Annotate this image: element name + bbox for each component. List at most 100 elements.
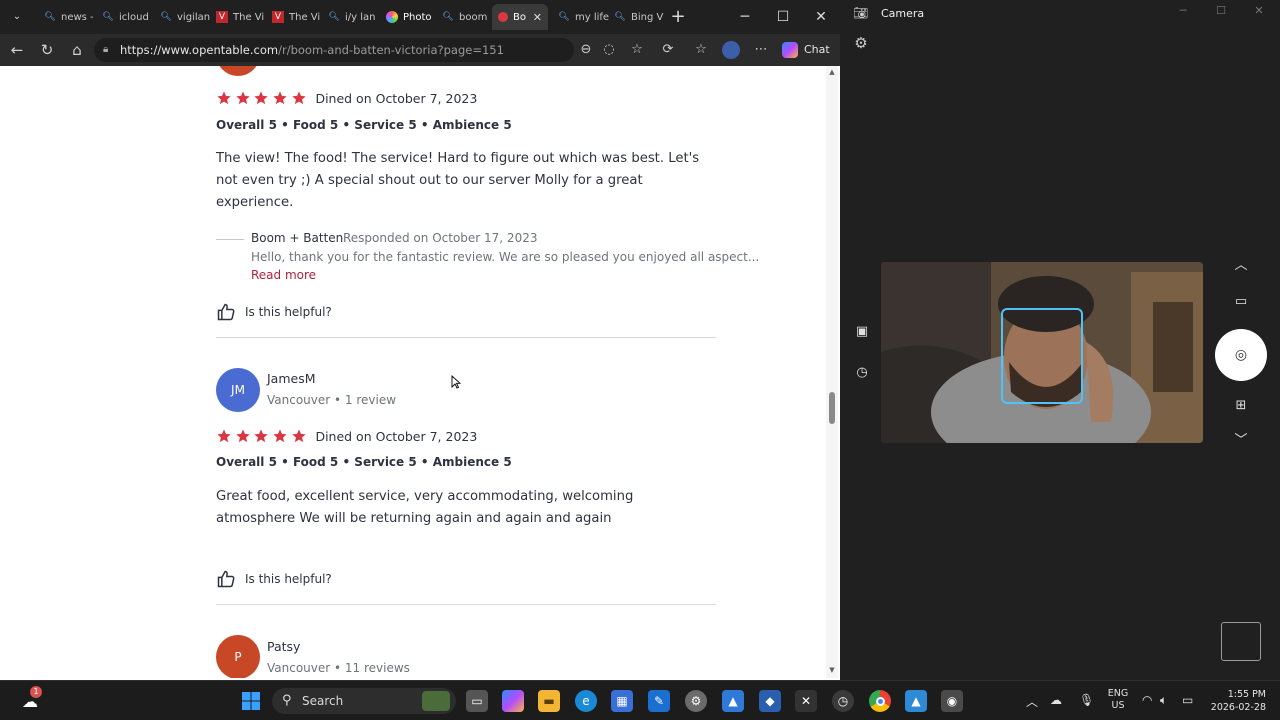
tab-strip: ⌄ 🔍︎ news - 🔍︎ icloud 🔍︎ vigilan V The Vi VT…	[0, 0, 840, 34]
take-photo-button[interactable]: ◎	[1215, 329, 1267, 381]
tab[interactable]: Photo	[380, 4, 438, 30]
start-button[interactable]	[240, 690, 262, 712]
copilot-icon[interactable]	[502, 690, 524, 712]
notification-badge: 1	[30, 686, 42, 698]
tab[interactable]: 🔍︎ news -	[38, 4, 96, 30]
file-explorer-icon[interactable]: ▬	[538, 690, 560, 712]
tab[interactable]: 🔍︎ icloud	[96, 4, 154, 30]
tab[interactable]: V The Vi	[266, 4, 324, 30]
review-divider	[216, 604, 716, 605]
settings-gear-icon[interactable]: ⚙	[851, 34, 871, 54]
qr-code-mode-icon[interactable]: ⊞	[1230, 395, 1252, 417]
system-clock[interactable]: 1:55 PM 2026-02-28	[1204, 688, 1266, 714]
star-icon	[236, 91, 250, 105]
security-app-icon[interactable]: ◆	[759, 690, 781, 712]
gallery-app-icon[interactable]: ▲	[905, 690, 927, 712]
more-menu-icon[interactable]: ⋯	[752, 41, 770, 59]
store-icon[interactable]: ▦	[611, 690, 633, 712]
task-view-icon[interactable]: ▭	[466, 690, 488, 712]
chevron-down-icon[interactable]: ﹀	[1230, 430, 1252, 452]
camera-maximize-button[interactable]: ☐	[1209, 4, 1233, 17]
dined-date: Dined on October 7, 2023	[315, 428, 478, 444]
tab-label: i/y lan	[345, 11, 376, 23]
page-scrollbar[interactable]: ▲ ▼	[826, 66, 838, 678]
input-language[interactable]: ENG US	[1104, 688, 1132, 712]
extensions-icon[interactable]: ⟳	[659, 41, 677, 59]
maximize-button[interactable]: ☐	[768, 6, 798, 28]
xbox-app-icon[interactable]: ✕	[795, 690, 817, 712]
photos-icon	[386, 11, 398, 23]
scroll-down-icon[interactable]: ▼	[827, 666, 837, 674]
tab-label: icloud	[119, 11, 149, 23]
copilot-icon	[782, 42, 798, 58]
profile-avatar[interactable]	[722, 41, 740, 59]
last-capture-thumbnail[interactable]	[1221, 622, 1261, 661]
avatar	[216, 66, 260, 76]
onedrive-icon[interactable]: ☁	[1050, 693, 1062, 707]
back-button[interactable]: ←	[6, 39, 28, 61]
microphone-icon[interactable]: 🎙︎	[1079, 693, 1094, 707]
star-icon	[217, 91, 231, 105]
avatar: P	[216, 635, 260, 678]
new-tab-button[interactable]: +	[663, 6, 693, 28]
clock-app-icon[interactable]: ◷	[832, 690, 854, 712]
video-mode-icon[interactable]: ▭	[1230, 291, 1252, 313]
editor-app-icon[interactable]: ✎	[648, 690, 670, 712]
scroll-up-icon[interactable]: ▲	[827, 68, 837, 76]
camera-app: 📷︎ Camera ─ ☐ ✕ ⚙ ▣ ◷ ︿ ▭ ◎ ⊞ ﹀	[841, 0, 1280, 680]
lock-icon: 🔒︎	[103, 44, 109, 55]
reading-view-icon[interactable]: ◌	[600, 41, 618, 59]
review-divider	[216, 337, 716, 338]
search-icon: 🔍︎	[44, 12, 56, 22]
refresh-button[interactable]: ↻	[36, 39, 58, 61]
favorite-star-icon[interactable]: ☆	[628, 41, 646, 59]
taskbar: ☁ 1 ⚲ Search ▭ ▬ e ▦ ✎ ⚙ ▲ ◆ ✕ ◷ ▲ ◉ ︿ ☁ …	[0, 680, 1280, 720]
volume-icon[interactable]: 🔈︎	[1160, 693, 1167, 708]
chrome-icon[interactable]	[869, 690, 891, 712]
weather-widget-icon[interactable]: ☁ 1	[18, 686, 42, 712]
edge-browser-icon[interactable]: e	[575, 690, 597, 712]
tab-active[interactable]: Bo ✕	[492, 4, 548, 30]
tab[interactable]: 🔍︎ boom	[436, 4, 494, 30]
avatar: JM	[216, 368, 260, 412]
search-icon: 🔍︎	[558, 12, 570, 22]
search-icon: 🔍︎	[102, 12, 114, 22]
camera-minimize-button[interactable]: ─	[1171, 4, 1195, 17]
address-bar[interactable]: 🔒︎ https://www.opentable.com/r/boom-and-b…	[94, 38, 574, 62]
minimize-button[interactable]: ─	[730, 6, 760, 28]
copilot-chat-button[interactable]: Chat	[782, 40, 830, 60]
lang-code: ENG	[1107, 688, 1129, 699]
close-window-button[interactable]: ✕	[806, 6, 836, 28]
camera-close-button[interactable]: ✕	[1247, 4, 1271, 17]
helpful-button[interactable]: Is this helpful?	[216, 302, 332, 322]
helpful-button[interactable]: Is this helpful?	[216, 569, 332, 589]
zoom-icon[interactable]: ⊖	[577, 41, 595, 59]
star-icon	[273, 429, 287, 443]
wifi-icon[interactable]: ◠	[1142, 693, 1152, 707]
tab[interactable]: V The Vi	[210, 4, 268, 30]
scroll-thumb[interactable]	[829, 392, 835, 424]
tab[interactable]: 🔍︎ Bing V	[608, 4, 666, 30]
camera-taskbar-icon[interactable]: ◉	[941, 690, 963, 712]
settings-icon[interactable]: ⚙	[685, 690, 707, 712]
star-icon	[292, 429, 306, 443]
close-tab-icon[interactable]: ✕	[533, 11, 542, 24]
tab[interactable]: 🔍︎ i/y lan	[322, 4, 380, 30]
photos-app-icon[interactable]: ▲	[722, 690, 744, 712]
home-button[interactable]: ⌂	[66, 39, 88, 61]
timer-off-icon[interactable]: ◷	[851, 362, 873, 384]
favorites-icon[interactable]: ☆	[692, 41, 710, 59]
tab-label: news -	[61, 11, 94, 23]
taskbar-search[interactable]: ⚲ Search	[272, 688, 456, 714]
show-hidden-icons[interactable]: ︿	[1026, 693, 1038, 710]
battery-icon[interactable]: ▭	[1182, 693, 1193, 707]
read-more-link[interactable]: Read more	[251, 268, 316, 282]
search-icon: ⚲	[282, 693, 292, 708]
chevron-up-icon[interactable]: ︿	[1230, 255, 1252, 277]
tab-actions-button[interactable]: ⌄	[6, 6, 28, 28]
tab[interactable]: 🔍︎ vigilan	[154, 4, 212, 30]
hdr-off-icon[interactable]: ▣	[851, 321, 873, 343]
camera-shutter-icon: ◎	[1234, 347, 1248, 363]
tab-label: Photo	[403, 11, 432, 23]
tab[interactable]: 🔍︎ my life	[552, 4, 610, 30]
